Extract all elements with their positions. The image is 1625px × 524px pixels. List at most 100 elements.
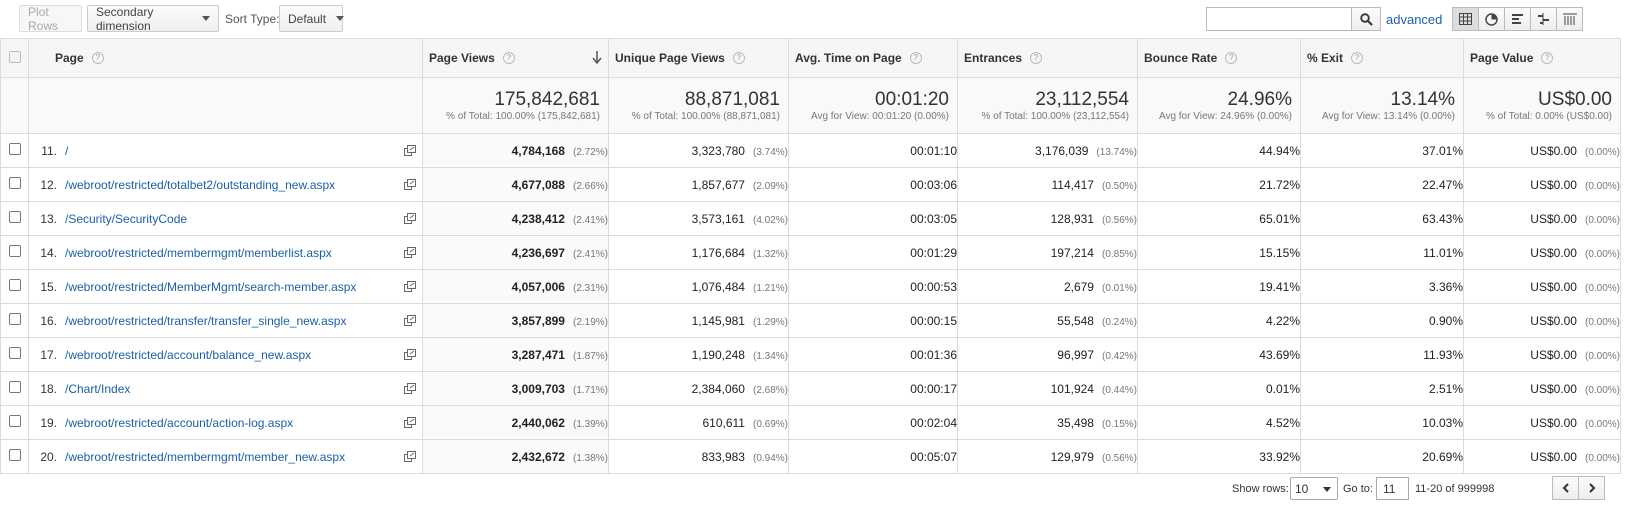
open-in-new-window-icon[interactable] — [404, 213, 416, 224]
plot-rows-button[interactable]: Plot Rows — [19, 5, 82, 33]
search-button[interactable] — [1351, 7, 1381, 31]
col-entrances[interactable]: Entrances? — [957, 38, 1138, 78]
total-exit: 13.14% Avg for View: 13.14% (0.00%) — [1300, 77, 1464, 134]
total-unique-page-views-sub: % of Total: 100.00% (88,871,081) — [631, 111, 780, 122]
row-checkbox[interactable] — [8, 381, 21, 393]
help-icon[interactable]: ? — [732, 52, 745, 64]
comparison-view-icon[interactable] — [1530, 7, 1557, 31]
page-value-value: US$0.00 — [1530, 381, 1577, 396]
page-link[interactable]: /webroot/restricted/membermgmt/memberlis… — [65, 246, 332, 260]
help-icon[interactable]: ? — [91, 52, 104, 64]
col-page-value[interactable]: Page Value? — [1463, 38, 1621, 78]
bounce-rate-cell: 0.01% — [1137, 371, 1301, 406]
row-checkbox[interactable] — [8, 449, 21, 461]
page-value-value: US$0.00 — [1530, 143, 1577, 158]
row-number: 12. — [40, 177, 57, 192]
open-in-new-window-icon[interactable] — [404, 281, 416, 292]
page-link[interactable]: /webroot/restricted/transfer/transfer_si… — [65, 314, 346, 328]
open-in-new-window-icon[interactable] — [404, 349, 416, 360]
table-view-icon[interactable] — [1452, 7, 1479, 31]
col-avg-time[interactable]: Avg. Time on Page? — [788, 38, 958, 78]
row-checkbox[interactable] — [8, 415, 21, 427]
chevron-down-icon — [1323, 487, 1331, 492]
prev-page-button[interactable] — [1552, 476, 1579, 500]
secondary-dimension-label: Secondary dimension — [96, 4, 154, 33]
next-page-button[interactable] — [1578, 476, 1605, 500]
open-in-new-window-icon[interactable] — [404, 179, 416, 190]
exit-value: 3.36% — [1428, 279, 1463, 294]
page-value-cell: US$0.00 (0.00%) — [1463, 201, 1621, 236]
row-checkbox[interactable] — [8, 177, 21, 189]
page-value-cell: US$0.00 (0.00%) — [1463, 269, 1621, 304]
row-checkbox[interactable] — [8, 347, 21, 359]
row-number: 17. — [40, 347, 57, 362]
show-rows-value: 10 — [1295, 481, 1309, 496]
col-bounce-rate[interactable]: Bounce Rate? — [1137, 38, 1301, 78]
total-bounce-rate: 24.96% Avg for View: 24.96% (0.00%) — [1137, 77, 1301, 134]
help-icon[interactable]: ? — [1351, 52, 1364, 64]
row-checkbox[interactable] — [8, 211, 21, 223]
open-in-new-window-icon[interactable] — [404, 417, 416, 428]
avg-time-value: 00:01:10 — [910, 143, 957, 158]
page-link[interactable]: /webroot/restricted/membermgmt/member_ne… — [65, 450, 345, 464]
advanced-link[interactable]: advanced — [1386, 12, 1442, 27]
row-checkbox[interactable] — [8, 313, 21, 325]
row-checkbox[interactable] — [8, 279, 21, 291]
sort-descending-icon[interactable] — [592, 50, 602, 64]
page-link[interactable]: /Chart/Index — [65, 382, 130, 396]
pivot-view-icon[interactable] — [1556, 7, 1583, 31]
help-icon[interactable]: ? — [909, 52, 922, 64]
col-page-views[interactable]: Page Views? — [422, 38, 609, 78]
performance-view-icon[interactable] — [1504, 7, 1531, 31]
help-icon[interactable]: ? — [1030, 52, 1043, 64]
total-entrances: 23,112,554% of Total: 100.00% (23,112,55… — [957, 77, 1138, 134]
total-entrances-value: 23,112,554 — [1035, 89, 1129, 110]
col-exit[interactable]: % Exit? — [1300, 38, 1464, 78]
page-value-value: US$0.00 — [1530, 177, 1577, 192]
row-number: 19. — [40, 415, 57, 430]
page-link[interactable]: /webroot/restricted/account/balance_new.… — [65, 348, 311, 362]
total-page-views-sub: % of Total: 100.00% (175,842,681) — [446, 111, 600, 122]
open-in-new-window-icon[interactable] — [404, 451, 416, 462]
page-views-pct: (2.72%) — [572, 146, 608, 158]
sort-type-dropdown[interactable]: Default — [279, 5, 345, 32]
entrances-pct: (0.56%) — [1101, 452, 1137, 464]
row-checkbox[interactable] — [8, 143, 21, 155]
page-link[interactable]: /webroot/restricted/MemberMgmt/search-me… — [65, 280, 356, 294]
table-row: 20. /webroot/restricted/membermgmt/membe… — [0, 439, 1621, 474]
goto-input[interactable]: 11 — [1376, 477, 1409, 500]
col-unique-page-views[interactable]: Unique Page Views? — [608, 38, 789, 78]
page-range-text: 11-20 of 999998 — [1415, 483, 1495, 495]
unique-page-views-value: 610,611 — [702, 415, 745, 430]
open-in-new-window-icon[interactable] — [404, 247, 416, 258]
page-link[interactable]: /Security/SecurityCode — [65, 212, 187, 226]
help-icon[interactable]: ? — [1225, 52, 1238, 64]
page-link[interactable]: / — [65, 144, 68, 158]
bounce-rate-value: 44.94% — [1259, 143, 1300, 158]
help-icon[interactable]: ? — [502, 52, 515, 64]
exit-value: 11.93% — [1423, 347, 1463, 362]
pie-view-icon[interactable] — [1478, 7, 1505, 31]
unique-page-views-cell: 1,857,677 (2.09%) — [608, 167, 789, 202]
page-value-cell: US$0.00 (0.00%) — [1463, 303, 1621, 338]
col-page[interactable]: Page? — [28, 38, 423, 78]
entrances-value: 197,214 — [1050, 245, 1094, 260]
unique-page-views-value: 1,857,677 — [691, 177, 745, 192]
entrances-cell: 35,498 (0.15%) — [957, 405, 1138, 440]
open-in-new-window-icon[interactable] — [404, 315, 416, 326]
page-link[interactable]: /webroot/restricted/totalbet2/outstandin… — [65, 178, 335, 192]
secondary-dimension-dropdown[interactable]: Secondary dimension — [87, 4, 219, 33]
page-value-value: US$0.00 — [1530, 211, 1577, 226]
search-input[interactable] — [1206, 7, 1352, 31]
entrances-cell: 3,176,039 (13.74%) — [957, 133, 1138, 168]
row-checkbox[interactable] — [8, 245, 21, 257]
total-exit-value: 13.14% — [1390, 89, 1455, 110]
col-unique-page-views-label: Unique Page Views — [615, 51, 725, 65]
help-icon[interactable]: ? — [1541, 52, 1554, 64]
total-bounce-rate-value: 24.96% — [1227, 89, 1292, 110]
show-rows-select[interactable]: 10 — [1290, 477, 1338, 500]
select-all-checkbox[interactable] — [8, 50, 21, 63]
open-in-new-window-icon[interactable] — [404, 383, 416, 394]
page-link[interactable]: /webroot/restricted/account/action-log.a… — [65, 416, 293, 430]
open-in-new-window-icon[interactable] — [404, 145, 416, 156]
